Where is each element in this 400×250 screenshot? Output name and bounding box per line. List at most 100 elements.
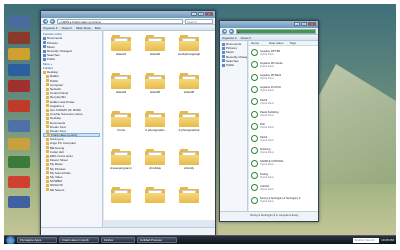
clock[interactable]: 10:45 PM	[381, 238, 394, 242]
folder-item[interactable]: i.hurst	[110, 111, 132, 132]
folder-icon	[46, 108, 49, 112]
list-item[interactable]: Pack2 Opera Docu	[251, 134, 274, 143]
list-item-text: Sortng & Sorting(in) & Sorting(in) S Oper…	[260, 197, 300, 203]
nav-favorite-item[interactable]: Public	[222, 63, 245, 67]
folder-item[interactable]: stiles02	[144, 35, 166, 56]
document-icon	[251, 122, 258, 130]
folder-item[interactable]: d.holiday	[144, 149, 166, 170]
document-icon	[251, 184, 258, 192]
folder-item[interactable]: stiles05	[144, 73, 166, 94]
desktop-icon-10[interactable]	[8, 176, 30, 188]
folder-item[interactable]	[178, 187, 200, 204]
taskbar-button-4[interactable]: Untitled Process	[137, 237, 177, 243]
list-item[interactable]: Pastel Subtitling Opera Docu	[251, 110, 279, 119]
minimize-button[interactable]: –	[191, 12, 197, 16]
list-item[interactable]: Finishing Opera Docu	[251, 146, 274, 155]
search-input[interactable]: Search	[185, 18, 213, 24]
column-name[interactable]: Name	[249, 41, 259, 45]
list-item[interactable]: Sortng & Sorting(in) & Sorting(in) S Oper…	[251, 196, 300, 205]
folder-item[interactable]: stiles04	[110, 73, 132, 94]
back-icon[interactable]: ◀	[43, 18, 48, 24]
taskbar-button-1[interactable]: Flymagine Apps	[17, 237, 57, 243]
organize-button[interactable]: Organize ▾	[43, 26, 58, 30]
tree-item[interactable]: DE Savers	[43, 188, 100, 192]
close-button[interactable]: ×	[308, 22, 316, 26]
list-item[interactable]: Angeline PP-Bank Opera Docu	[251, 73, 281, 82]
list-item[interactable]: Potting Opera Docu	[251, 171, 274, 180]
list-item[interactable]: Angeline RPT-BS Opera Docu	[251, 48, 280, 57]
desktop-icon-1[interactable]	[8, 16, 30, 28]
folder-label: stiles05	[149, 90, 161, 94]
navigation-pane: DocumentsPicturesMusicRecently ChangedSe…	[220, 41, 248, 213]
taskbar-button-2[interactable]: Frank Haus in (and)	[59, 237, 99, 243]
folder-icon	[46, 121, 49, 125]
item-type: Opera Docu	[260, 175, 274, 179]
desktop-icon-3[interactable]	[8, 48, 30, 60]
folder-item[interactable]	[110, 187, 132, 204]
folder-label: d.sosoprogramme	[110, 166, 132, 170]
desktop-icon-11[interactable]	[8, 196, 30, 208]
desktop-icon-5[interactable]	[8, 80, 30, 92]
slideshow-button[interactable]: Slide Show	[76, 26, 91, 30]
desktop-icon-9[interactable]	[8, 156, 30, 168]
desktop-icon-8[interactable]	[8, 138, 30, 150]
document-icon	[251, 85, 258, 93]
folder-icon	[179, 35, 199, 51]
folder-label: d.photographs	[145, 128, 165, 132]
maximize-button[interactable]: □	[198, 12, 204, 16]
item-type: Opera Docu	[260, 138, 274, 142]
forward-icon[interactable]: ▶	[229, 28, 234, 34]
folder-icon	[145, 111, 165, 127]
views-button[interactable]: Views ▾	[62, 26, 72, 30]
list-item[interactable]: Unbuild Opera Docu	[251, 183, 274, 192]
desktop-icon-2[interactable]	[8, 32, 30, 44]
forward-icon[interactable]: ▶	[50, 18, 55, 24]
folder-item[interactable]: stockphotograph	[178, 35, 200, 56]
organize-button[interactable]: Organize ▾	[222, 36, 237, 40]
folder-label: stiles04	[115, 90, 127, 94]
item-type: Opera Docu	[260, 200, 274, 204]
list-item[interactable]: Angeline PD-Vendo Opera Docu	[251, 60, 283, 69]
folder-icon	[43, 36, 46, 40]
folder-icon	[145, 35, 165, 51]
close-button[interactable]: ×	[205, 12, 213, 16]
folder-item[interactable]: d.family	[178, 149, 200, 170]
folder-label: i.hurst	[116, 128, 126, 132]
item-type: Opera Docu	[260, 89, 274, 93]
folder-icon	[46, 125, 49, 129]
list-item[interactable]: Angeline Pct-PSO Opera Docu	[251, 85, 281, 94]
list-item-text: SAMPLE CONTRAL Opera Docu	[260, 160, 284, 166]
address-input[interactable]: ▸	[236, 28, 316, 34]
folder-icon	[43, 57, 46, 61]
folder-item[interactable]: d.photographs2	[178, 111, 200, 132]
folder-item[interactable]	[144, 187, 166, 204]
folder-item[interactable]: stiles01	[110, 35, 132, 56]
address-input[interactable]: « HIMS ▸ Frank Haus (e-size) ▸	[57, 18, 183, 24]
navigation-pane: Favorite Links Documents Pictures Music Rec…	[41, 31, 103, 228]
burn-button[interactable]: Burn	[95, 26, 101, 30]
desktop-icon-6[interactable]	[8, 100, 30, 112]
start-button[interactable]	[6, 235, 15, 244]
maximize-button[interactable]: □	[301, 22, 307, 26]
folder-icon	[46, 83, 49, 87]
folder-item[interactable]: stiles06	[178, 73, 200, 94]
column-date[interactable]: Date taken	[267, 41, 284, 45]
desktop: – □ × ◀ ▶ « HIMS ▸ Frank Haus (e-size) ▸…	[4, 4, 396, 244]
back-icon[interactable]: ◀	[222, 28, 227, 34]
column-tags[interactable]: Tags	[288, 41, 296, 45]
desktop-icon-4[interactable]	[8, 64, 30, 76]
folder-icon	[43, 70, 46, 74]
folder-item[interactable]: d.photographs	[144, 111, 166, 132]
list-item[interactable]: SAMPLE CONTRAL Opera Docu	[251, 159, 284, 168]
folder-icon	[46, 175, 49, 179]
views-button[interactable]: Views ▾	[241, 36, 251, 40]
list-item[interactable]: Pack9 Opera Docu	[251, 97, 274, 106]
folder-item[interactable]: d.sosoprogramme	[110, 149, 132, 170]
taskbar-search-input[interactable]: Taskbar Search	[353, 237, 380, 243]
taskbar-button-3[interactable]: Firefox	[101, 237, 135, 243]
desktop-icon-7[interactable]	[8, 120, 30, 132]
minimize-button[interactable]: –	[294, 22, 300, 26]
title-bar[interactable]: – □ ×	[220, 21, 318, 28]
title-bar[interactable]: – □ ×	[41, 11, 215, 18]
list-item[interactable]: Ruft Opera Docu	[251, 122, 274, 131]
